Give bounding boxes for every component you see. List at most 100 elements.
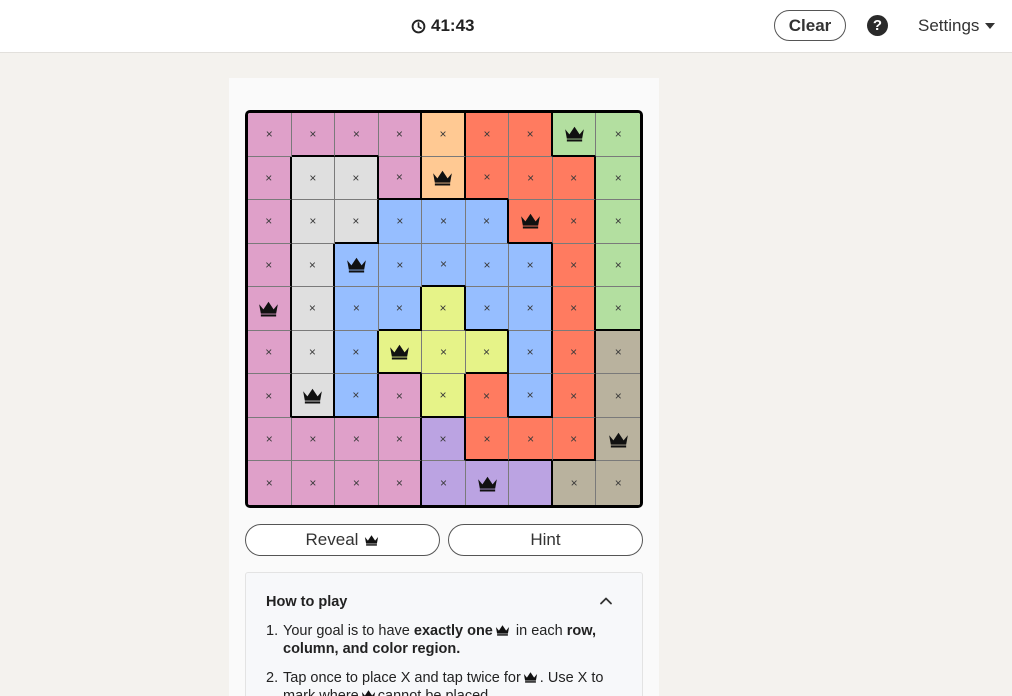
board-cell[interactable]: × bbox=[378, 243, 423, 288]
board-cell[interactable]: × bbox=[465, 156, 510, 201]
board-cell[interactable]: × bbox=[422, 374, 466, 418]
board-cell[interactable]: × bbox=[552, 287, 597, 331]
board-cell[interactable]: × bbox=[465, 243, 510, 288]
board-cell[interactable]: × bbox=[248, 243, 292, 288]
board-cell[interactable]: × bbox=[378, 113, 423, 157]
board-cell[interactable]: × bbox=[596, 200, 640, 244]
board-cell[interactable]: × bbox=[465, 417, 510, 462]
board-cell[interactable]: × bbox=[596, 156, 640, 201]
board-cell[interactable]: × bbox=[552, 243, 597, 288]
x-mark: × bbox=[483, 388, 491, 403]
board-cell[interactable]: × bbox=[552, 374, 597, 418]
x-mark: × bbox=[352, 213, 360, 228]
board-cell[interactable]: × bbox=[596, 330, 640, 375]
board-cell[interactable]: × bbox=[509, 156, 553, 201]
board-cell[interactable]: × bbox=[291, 330, 336, 375]
x-mark: × bbox=[265, 127, 273, 142]
board-cell[interactable]: × bbox=[596, 113, 640, 157]
board-cell[interactable]: × bbox=[248, 156, 292, 201]
hint-button[interactable]: Hint bbox=[448, 524, 643, 556]
board-cell[interactable] bbox=[335, 243, 379, 288]
board-cell[interactable]: × bbox=[422, 243, 466, 288]
board-cell[interactable] bbox=[596, 417, 640, 462]
queen-crown-icon bbox=[477, 475, 498, 492]
board-cell[interactable]: × bbox=[422, 113, 466, 157]
board-cell[interactable]: × bbox=[422, 287, 466, 331]
board-cell[interactable]: × bbox=[248, 113, 292, 157]
board-cell[interactable]: × bbox=[552, 200, 597, 244]
board-cell[interactable]: × bbox=[596, 374, 640, 418]
board-cell[interactable]: × bbox=[422, 461, 466, 505]
board-cell[interactable]: × bbox=[335, 330, 379, 375]
help-icon[interactable]: ? bbox=[867, 15, 888, 36]
board-cell[interactable] bbox=[378, 330, 423, 375]
x-mark: × bbox=[395, 476, 403, 491]
board-cell[interactable]: × bbox=[596, 287, 640, 331]
x-mark: × bbox=[439, 214, 447, 229]
x-mark: × bbox=[352, 432, 360, 447]
chevron-up-icon[interactable] bbox=[598, 593, 614, 609]
timer: 41:43 bbox=[411, 16, 474, 36]
board-cell[interactable]: × bbox=[465, 113, 510, 157]
board-cell[interactable]: × bbox=[378, 156, 423, 201]
board-cell[interactable]: × bbox=[509, 374, 553, 418]
board-cell[interactable]: × bbox=[335, 113, 379, 157]
board-cell[interactable]: × bbox=[509, 287, 553, 331]
board-cell[interactable]: × bbox=[422, 417, 466, 462]
reveal-button[interactable]: Reveal bbox=[245, 524, 440, 556]
board-cell[interactable]: × bbox=[291, 417, 336, 462]
board-cell[interactable]: × bbox=[378, 417, 423, 462]
board-cell[interactable] bbox=[509, 461, 553, 505]
board-cell[interactable] bbox=[422, 156, 466, 201]
board-cell[interactable]: × bbox=[248, 200, 292, 244]
board-cell[interactable]: × bbox=[465, 374, 510, 418]
board-cell[interactable]: × bbox=[335, 374, 379, 418]
board-cell[interactable]: × bbox=[291, 156, 336, 201]
board-cell[interactable]: × bbox=[248, 417, 292, 462]
board-cell[interactable]: × bbox=[335, 156, 379, 201]
board-cell[interactable] bbox=[552, 113, 597, 157]
board-cell[interactable]: × bbox=[248, 330, 292, 375]
board-cell[interactable]: × bbox=[378, 374, 423, 418]
board-cell[interactable]: × bbox=[465, 200, 510, 244]
board-cell[interactable]: × bbox=[335, 461, 379, 505]
x-mark: × bbox=[396, 214, 404, 229]
queen-crown-icon bbox=[432, 169, 453, 186]
board-cell[interactable] bbox=[465, 461, 510, 505]
board-cell[interactable]: × bbox=[335, 287, 379, 331]
board-cell[interactable]: × bbox=[335, 200, 379, 244]
board-cell[interactable]: × bbox=[335, 417, 379, 462]
board-cell[interactable]: × bbox=[378, 461, 423, 505]
board-cell[interactable]: × bbox=[465, 287, 510, 331]
top-bar: 41:43 Clear ? Settings bbox=[0, 0, 1012, 53]
step-text: Your goal is to have bbox=[283, 623, 414, 639]
board-cell[interactable]: × bbox=[248, 374, 292, 418]
board-cell[interactable]: × bbox=[552, 330, 597, 375]
crown-icon bbox=[495, 624, 510, 636]
board-cell[interactable] bbox=[291, 374, 336, 418]
board-cell[interactable]: × bbox=[291, 200, 336, 244]
board-cell[interactable]: × bbox=[596, 461, 640, 505]
board-cell[interactable]: × bbox=[509, 417, 553, 462]
board-cell[interactable] bbox=[248, 287, 292, 331]
board-cell[interactable]: × bbox=[248, 461, 292, 505]
board-cell[interactable]: × bbox=[509, 330, 553, 375]
board-cell[interactable]: × bbox=[291, 461, 336, 505]
board-cell[interactable] bbox=[509, 200, 553, 244]
board-cell[interactable]: × bbox=[509, 113, 553, 157]
board-cell[interactable]: × bbox=[509, 243, 553, 288]
clear-button[interactable]: Clear bbox=[774, 10, 846, 41]
board-cell[interactable]: × bbox=[596, 243, 640, 288]
board-cell[interactable]: × bbox=[291, 243, 336, 288]
board-cell[interactable]: × bbox=[552, 461, 597, 505]
board-cell[interactable]: × bbox=[422, 330, 466, 375]
board-cell[interactable]: × bbox=[378, 200, 423, 244]
board-cell[interactable]: × bbox=[378, 287, 423, 331]
board-cell[interactable]: × bbox=[465, 330, 510, 375]
settings-menu[interactable]: Settings bbox=[918, 16, 996, 36]
board-cell[interactable]: × bbox=[291, 113, 336, 157]
board-cell[interactable]: × bbox=[422, 200, 466, 244]
board-cell[interactable]: × bbox=[291, 287, 336, 331]
board-cell[interactable]: × bbox=[552, 417, 597, 462]
board-cell[interactable]: × bbox=[552, 156, 597, 201]
